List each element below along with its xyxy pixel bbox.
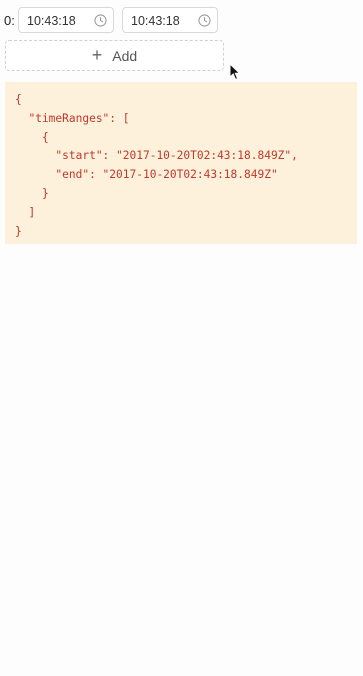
json-line: ] xyxy=(15,205,36,219)
json-line: } xyxy=(15,186,49,200)
json-output-panel: { "timeRanges": [ { "start": "2017-10-20… xyxy=(5,82,357,244)
clock-icon xyxy=(94,14,107,27)
add-button-label: Add xyxy=(112,47,138,64)
start-time-value: 10:43:18 xyxy=(27,14,76,28)
json-output-text: { "timeRanges": [ { "start": "2017-10-20… xyxy=(15,91,347,241)
end-time-value: 10:43:18 xyxy=(131,14,180,28)
row-index-label: 0: xyxy=(4,13,15,28)
json-line: { xyxy=(15,130,49,144)
add-time-range-button[interactable]: + Add xyxy=(5,40,224,71)
json-line: "end": "2017-10-20T02:43:18.849Z" xyxy=(15,168,278,182)
mouse-cursor-icon xyxy=(229,63,241,81)
json-line: { xyxy=(15,93,22,106)
plus-icon: + xyxy=(91,44,103,65)
clock-icon xyxy=(198,14,211,27)
json-line: "timeRanges": [ xyxy=(15,111,130,125)
json-line: } xyxy=(15,224,22,238)
end-time-input[interactable]: 10:43:18 xyxy=(122,7,218,33)
start-time-input[interactable]: 10:43:18 xyxy=(18,7,114,33)
json-line: "start": "2017-10-20T02:43:18.849Z", xyxy=(15,149,298,163)
